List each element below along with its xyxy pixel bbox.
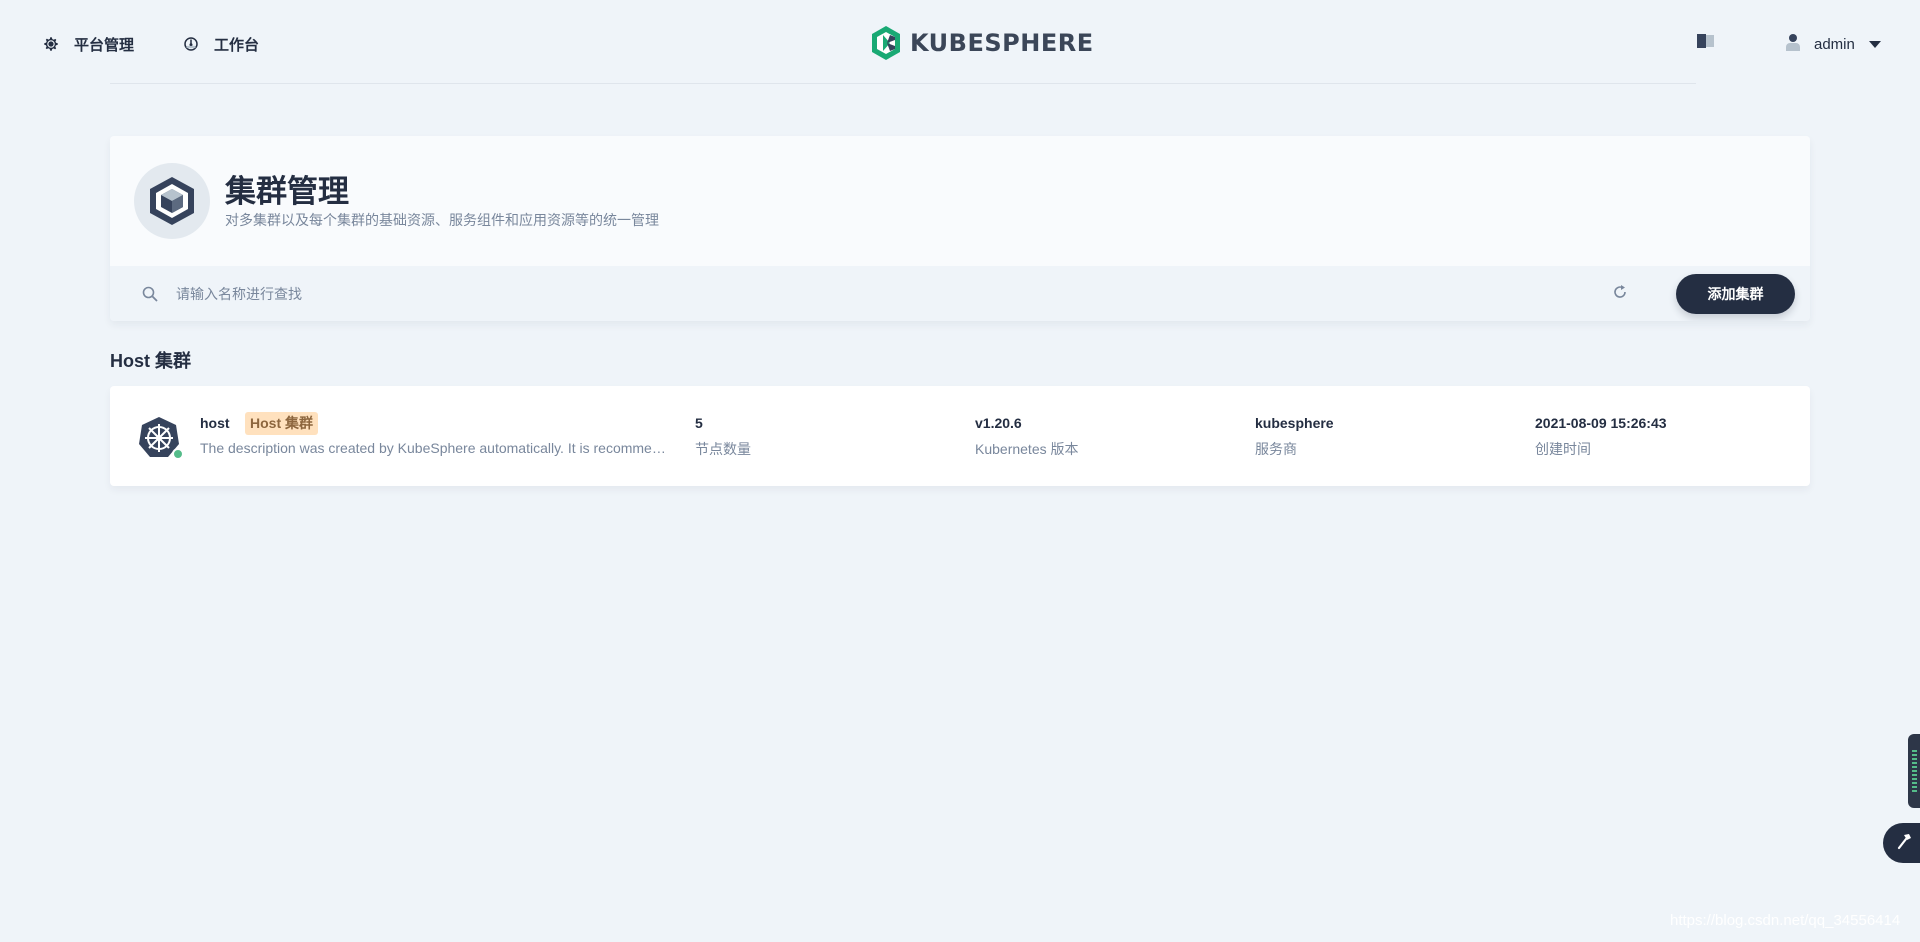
- user-menu[interactable]: admin: [1786, 32, 1881, 56]
- nav-workbench-label: 工作台: [214, 36, 260, 54]
- banner-header: 集群管理 对多集群以及每个集群的基础资源、服务组件和应用资源等的统一管理: [110, 136, 1810, 266]
- created-time-label: 创建时间: [1535, 441, 1591, 457]
- section-title: Host 集群: [110, 351, 191, 371]
- monitor-bars: [1912, 750, 1917, 794]
- user-avatar-icon: [1786, 33, 1800, 55]
- search-toolbar: 添加集群: [110, 266, 1810, 321]
- gear-icon: [40, 33, 62, 55]
- add-cluster-button[interactable]: 添加集群: [1676, 274, 1795, 314]
- monitor-widget[interactable]: [1908, 734, 1920, 808]
- toolbox-button[interactable]: [1883, 823, 1920, 863]
- node-count-label: 节点数量: [695, 441, 751, 457]
- nav-platform-management[interactable]: 平台管理: [40, 32, 134, 56]
- dashboard-icon: [180, 33, 202, 55]
- search-input[interactable]: [176, 280, 1176, 308]
- cluster-tag: Host 集群: [245, 412, 318, 435]
- cluster-node-count: 5 节点数量: [695, 415, 751, 459]
- nav-platform-management-label: 平台管理: [74, 36, 135, 54]
- status-badge: [172, 448, 184, 460]
- theme-toggle-icon[interactable]: [1697, 34, 1717, 50]
- watermark: https://blog.csdn.net/qq_34556414: [1670, 912, 1901, 929]
- kubesphere-logo[interactable]: KUBESPHERE: [870, 26, 1094, 60]
- chevron-down-icon: [1868, 36, 1881, 53]
- page-description: 对多集群以及每个集群的基础资源、服务组件和应用资源等的统一管理: [225, 212, 659, 228]
- nav-workbench[interactable]: 工作台: [180, 32, 259, 56]
- provider-label: 服务商: [1255, 441, 1297, 457]
- cluster-name: host: [200, 415, 230, 431]
- created-time-value: 2021-08-09 15:26:43: [1535, 415, 1667, 431]
- cluster-card[interactable]: host Host 集群 The description was created…: [110, 386, 1810, 486]
- cluster-provider: kubesphere 服务商: [1255, 415, 1334, 459]
- search-icon: [142, 286, 158, 302]
- k8s-version-label: Kubernetes 版本: [975, 441, 1079, 457]
- kubesphere-logo-icon: [872, 26, 900, 60]
- cluster-created-time: 2021-08-09 15:26:43 创建时间: [1535, 415, 1667, 459]
- refresh-icon[interactable]: [1612, 284, 1630, 302]
- node-count-value: 5: [695, 415, 703, 431]
- cluster-description: The description was created by KubeSpher…: [200, 440, 670, 456]
- header-divider: [110, 83, 1696, 84]
- provider-value: kubesphere: [1255, 415, 1334, 431]
- user-name: admin: [1814, 35, 1855, 53]
- cluster-management-banner: 集群管理 对多集群以及每个集群的基础资源、服务组件和应用资源等的统一管理 添加集…: [110, 136, 1810, 321]
- logo-text: KUBESPHERE: [910, 29, 1094, 57]
- top-navbar: 平台管理 工作台 KUBESPHERE admin: [0, 0, 1920, 86]
- hammer-icon: [1895, 832, 1913, 855]
- page-title: 集群管理: [225, 174, 349, 209]
- cluster-k8s-version: v1.20.6 Kubernetes 版本: [975, 415, 1079, 459]
- cluster-cube-icon: [134, 163, 210, 239]
- k8s-version-value: v1.20.6: [975, 415, 1022, 431]
